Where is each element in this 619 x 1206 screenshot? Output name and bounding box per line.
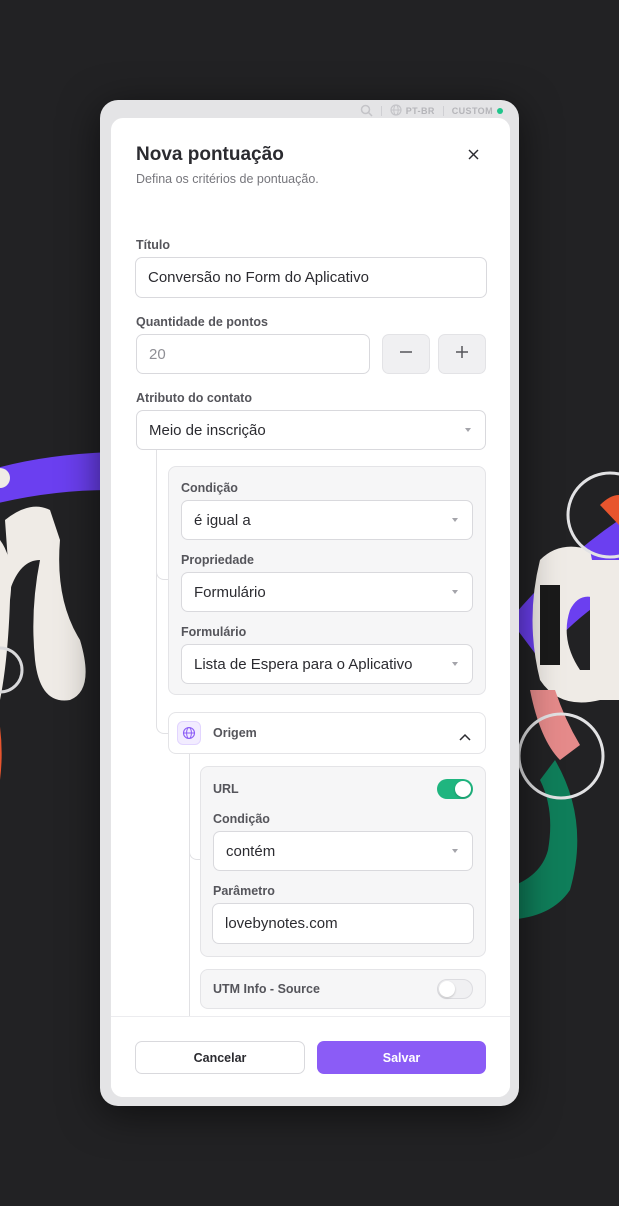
parameter-input[interactable]: lovebynotes.com bbox=[212, 903, 474, 944]
attribute-label: Atributo do contato bbox=[136, 391, 252, 405]
divider bbox=[380, 106, 382, 116]
language-selector[interactable]: PT-BR bbox=[390, 104, 435, 118]
tree-connector bbox=[156, 450, 157, 720]
condition-panel: Condição é igual a Propriedade Formulári… bbox=[168, 466, 486, 695]
title-label: Título bbox=[136, 238, 171, 252]
chevron-up-icon[interactable] bbox=[459, 728, 471, 746]
tree-connector bbox=[189, 838, 200, 860]
modal-title: Nova pontuação bbox=[136, 144, 284, 165]
url-toggle[interactable] bbox=[437, 779, 473, 799]
property-label: Propriedade bbox=[181, 553, 254, 567]
parameter-label: Parâmetro bbox=[213, 884, 275, 898]
form-label: Formulário bbox=[181, 625, 247, 639]
points-label: Quantidade de pontos bbox=[136, 315, 268, 329]
search-icon[interactable] bbox=[360, 104, 373, 119]
tree-connector bbox=[156, 718, 168, 734]
custom-label: CUSTOM bbox=[451, 106, 493, 116]
environment-badge[interactable]: CUSTOM bbox=[452, 106, 503, 116]
close-icon bbox=[468, 147, 479, 165]
chevron-down-icon bbox=[465, 428, 471, 432]
utm-source-label: UTM Info - Source bbox=[213, 982, 320, 996]
globe-icon bbox=[390, 104, 402, 118]
form-value: Lista de Espera para o Aplicativo bbox=[194, 655, 413, 673]
chevron-down-icon bbox=[452, 849, 458, 853]
title-input[interactable]: Conversão no Form do Aplicativo bbox=[135, 257, 487, 298]
property-select[interactable]: Formulário bbox=[181, 572, 473, 612]
plus-icon bbox=[455, 345, 469, 364]
url-label: URL bbox=[213, 782, 239, 796]
origin-header[interactable]: Origem bbox=[168, 712, 486, 754]
increment-button[interactable] bbox=[438, 334, 486, 374]
tree-connector bbox=[156, 558, 168, 580]
top-bar: PT-BR CUSTOM bbox=[360, 104, 503, 118]
decrement-button[interactable] bbox=[382, 334, 430, 374]
chevron-down-icon bbox=[452, 662, 458, 666]
save-button[interactable]: Salvar bbox=[317, 1041, 486, 1074]
globe-icon bbox=[177, 721, 201, 745]
language-label: PT-BR bbox=[405, 106, 435, 116]
chevron-down-icon bbox=[452, 518, 458, 522]
status-dot bbox=[497, 108, 503, 114]
modal-subtitle: Defina os critérios de pontuação. bbox=[136, 172, 319, 186]
form-select[interactable]: Lista de Espera para o Aplicativo bbox=[181, 644, 473, 684]
condition-label: Condição bbox=[181, 481, 238, 495]
divider bbox=[442, 106, 444, 116]
url-condition-label: Condição bbox=[213, 812, 270, 826]
url-panel: URL Condição contém Parâmetro lovebynote… bbox=[200, 766, 486, 957]
url-condition-value: contém bbox=[226, 842, 276, 860]
modal-header: Nova pontuação Defina os critérios de po… bbox=[136, 144, 485, 186]
chevron-down-icon bbox=[452, 590, 458, 594]
cancel-button[interactable]: Cancelar bbox=[135, 1041, 305, 1074]
minus-icon bbox=[399, 345, 413, 364]
condition-select[interactable]: é igual a bbox=[181, 500, 473, 540]
condition-value: é igual a bbox=[194, 511, 251, 529]
origin-title: Origem bbox=[213, 726, 257, 740]
url-condition-select[interactable]: contém bbox=[213, 831, 473, 871]
points-input[interactable]: 20 bbox=[136, 334, 370, 374]
close-button[interactable] bbox=[461, 144, 485, 168]
attribute-select[interactable]: Meio de inscrição bbox=[136, 410, 486, 450]
attribute-value: Meio de inscrição bbox=[149, 421, 266, 439]
utm-source-toggle[interactable] bbox=[437, 979, 473, 999]
utm-source-panel: UTM Info - Source bbox=[200, 969, 486, 1009]
score-modal: Nova pontuação Defina os critérios de po… bbox=[111, 118, 510, 1097]
tree-connector bbox=[189, 754, 190, 1016]
toggle-knob bbox=[455, 781, 471, 797]
modal-footer: Cancelar Salvar bbox=[111, 1016, 510, 1097]
property-value: Formulário bbox=[194, 583, 266, 601]
toggle-knob bbox=[439, 981, 455, 997]
